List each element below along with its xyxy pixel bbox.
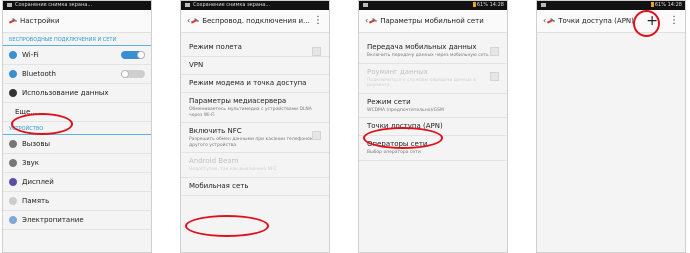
section-header-wireless: БЕСПРОВОДНЫЕ ПОДКЛЮЧЕНИЯ И СЕТИ [3,33,151,46]
checkbox[interactable] [490,47,499,56]
page-title: Точки доступа (APN) [558,17,634,25]
list-item: Android Beam Недоступно, так как выключен… [181,153,329,178]
status-bar: Сохранение снимка экрана... [181,1,329,10]
tools-icon [191,18,200,24]
status-text: Сохранение снимка экрана... [193,2,271,8]
data-usage-icon [9,89,17,97]
list-item-title: VPN [189,61,204,69]
settings-row-label: Звук [22,159,39,167]
list-item: Роуминг данных Подключаться к службам пер… [359,64,507,94]
settings-row[interactable]: Bluetooth [3,65,151,84]
settings-row-label: Дисплей [22,178,54,186]
settings-row[interactable]: Wi-Fi [3,46,151,65]
list-item[interactable]: VPN [181,57,329,75]
action-bar: ‹ Беспровод. подключения и... ⋮ [181,10,329,33]
bluetooth-icon [9,70,17,78]
list-item[interactable]: Режим сети WCDMA (предпочтительно)/GSM [359,94,507,118]
wireless-screen: Сохранение снимка экрана... ‹ Беспровод. … [180,0,330,253]
toggle-knob [137,51,145,59]
highlight-oval [363,127,443,149]
page-title: Параметры мобильной сети [380,17,484,25]
status-right: 61% 14:28 [472,1,504,10]
settings-row-label: Wi-Fi [22,51,39,59]
list-item-title: Передача мобильных данных [367,43,477,51]
page-title: Настройки [20,17,60,25]
screenshot-icon [541,2,546,7]
tools-icon [369,18,378,24]
list-item[interactable]: Передача мобильных данных Включить переда… [359,39,507,64]
back-icon[interactable]: ‹ [543,16,546,25]
tools-icon [9,18,17,24]
back-icon[interactable]: ‹ [365,16,368,25]
screenshot-icon [185,2,190,7]
list-item[interactable]: Мобильная сеть [181,178,329,196]
settings-row[interactable]: Вызовы [3,135,151,154]
status-right: 61% 14:28 [650,1,682,10]
list-item-title: Мобильная сеть [189,181,249,190]
tools-icon [547,18,556,24]
toggle-switch[interactable] [121,51,145,59]
list-item-title: Режим модема и точка доступа [189,79,307,87]
battery-icon [650,2,654,7]
list-item-title: Режим полета [189,43,242,51]
back-icon[interactable]: ‹ [187,16,190,25]
list-item[interactable]: Параметры медиасервера Обмениваетесь муль… [181,93,329,123]
page-title: Беспровод. подключения и... [202,17,310,25]
screenshot-icon [363,2,368,7]
checkbox[interactable] [490,71,499,81]
list-item-subtitle: Включить передачу данных через мобильную… [367,53,489,58]
settings-row[interactable]: Память [3,192,151,211]
list-item-subtitle: Обмениваетесь мультимедиа с устройствами… [189,107,312,118]
list-item-subtitle: Выбор оператора сети [367,150,421,155]
apn-screen: 61% 14:28 ‹ Точки доступа (APN) + ⋮ [536,0,686,253]
list-item-title: Режим сети [367,97,411,106]
phone-icon [9,140,17,148]
memory-icon [9,197,17,205]
settings-row-label: Bluetooth [22,70,56,78]
overflow-menu-icon[interactable]: ⋮ [313,10,323,32]
status-bar: 61% 14:28 [537,1,685,10]
settings-screen: Сохранение снимка экрана... Настройки БЕ… [2,0,152,253]
checkbox[interactable] [312,131,321,140]
list-item-title: Android Beam [189,157,239,165]
list-item-title: Включить NFC [189,127,242,135]
list-item-title: Параметры медиасервера [189,97,287,105]
toggle-switch[interactable] [121,70,145,78]
settings-row[interactable]: Электропитание [3,211,151,230]
action-bar: ‹ Параметры мобильной сети [359,10,507,33]
settings-row-label: Память [22,197,50,205]
settings-row[interactable]: Дисплей [3,173,151,192]
settings-row-label: Вызовы [22,140,50,148]
power-icon [9,216,17,224]
equalizer-icon [9,159,17,167]
list-item-subtitle: Разрешить обмен данными при касании теле… [189,137,314,148]
highlight-oval [185,215,269,237]
status-text: Сохранение снимка экрана... [15,2,93,8]
action-bar: ‹ Точки доступа (APN) + ⋮ [537,10,685,33]
toggle-knob [121,70,129,78]
status-bar: Сохранение снимка экрана... [3,1,151,10]
screenshot-icon [7,2,12,7]
settings-row[interactable]: Использование данных [3,84,151,103]
status-bar: 61% 14:28 [359,1,507,10]
list-item-subtitle: WCDMA (предпочтительно)/GSM [367,107,444,113]
battery-icon [472,2,476,7]
wifi-icon [9,51,17,59]
settings-row[interactable]: Звук [3,154,151,173]
settings-row-label: Электропитание [22,216,84,224]
list-item-subtitle: Недоступно, так как выключена NFC [189,167,277,172]
highlight-oval [11,113,73,135]
list-item-subtitle: Подключаться к службам передачи данных в… [367,77,476,89]
settings-row-label: Использование данных [22,89,109,97]
action-bar: Настройки [3,10,151,33]
display-icon [9,178,17,186]
list-item[interactable]: Включить NFC Разрешить обмен данными при … [181,123,329,153]
checkbox[interactable] [312,47,321,56]
list-item[interactable]: Режим полета [181,39,329,57]
highlight-circle [633,10,660,37]
list-item[interactable]: Режим модема и точка доступа [181,75,329,93]
mobile-network-screen: 61% 14:28 ‹ Параметры мобильной сети Пере… [358,0,508,253]
list-item-title: Роуминг данных [367,67,428,76]
overflow-menu-icon[interactable]: ⋮ [669,10,679,32]
